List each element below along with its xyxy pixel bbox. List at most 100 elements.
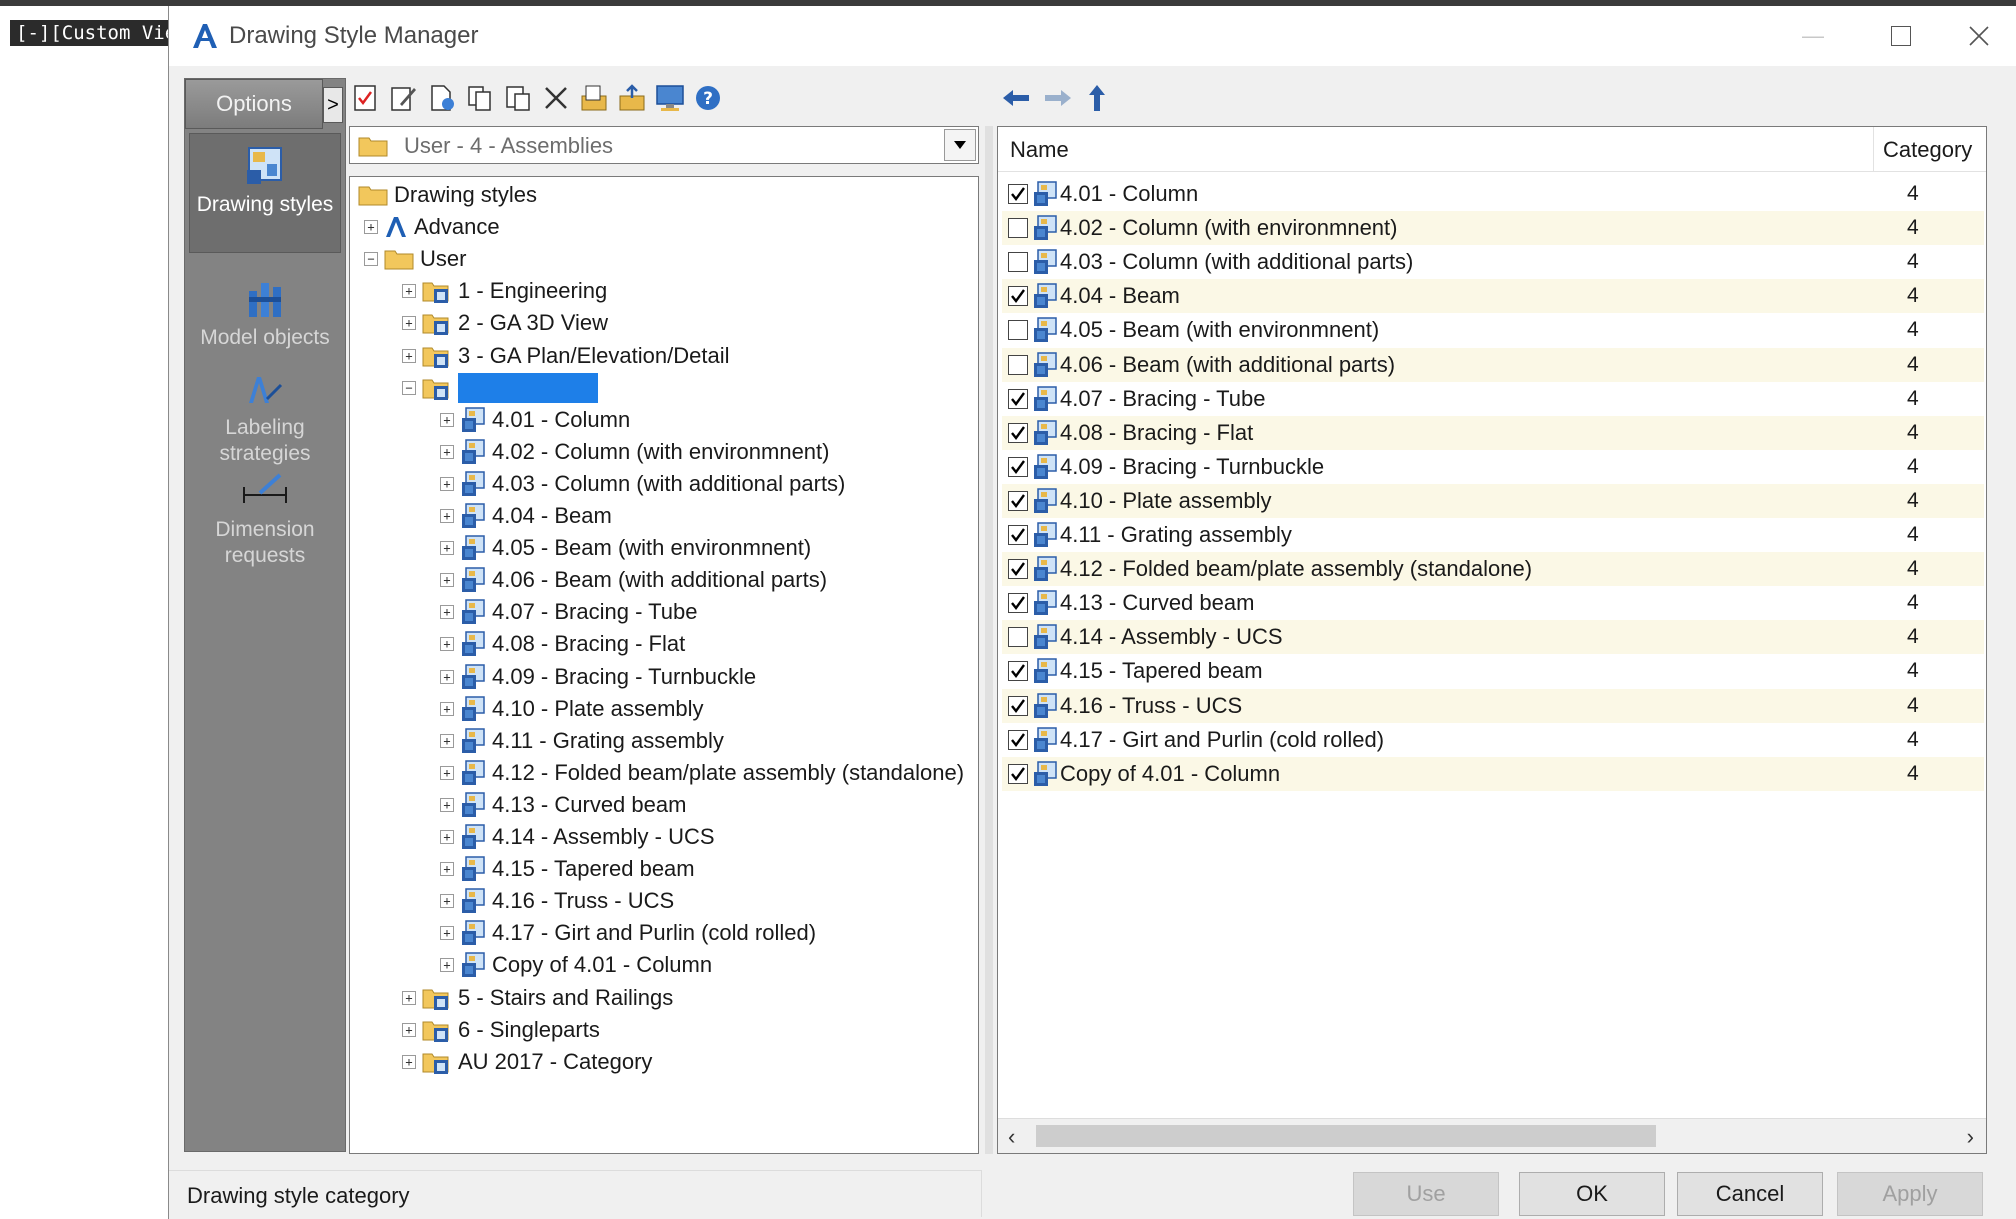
expander-icon[interactable]: +	[402, 1022, 416, 1037]
expander-icon[interactable]: +	[402, 348, 416, 363]
row-checkbox[interactable]	[1008, 422, 1028, 443]
sidebar-item-dimension-requests[interactable]: Dimension requests	[189, 469, 341, 569]
row-checkbox[interactable]	[1008, 354, 1028, 375]
tree-node-style[interactable]: +4.09 - Bracing - Turnbuckle	[440, 661, 756, 693]
table-row[interactable]: 4.07 - Bracing - Tube 4	[1002, 382, 1984, 416]
checklist-button[interactable]	[349, 81, 383, 115]
tree-node-category-selected[interactable]: −	[402, 372, 598, 404]
expander-icon[interactable]: +	[440, 958, 454, 973]
expander-icon[interactable]: +	[440, 894, 454, 909]
expander-icon[interactable]: +	[440, 476, 454, 491]
expander-icon[interactable]: +	[440, 797, 454, 812]
back-arrow-icon[interactable]	[1001, 86, 1031, 110]
copy-button[interactable]	[463, 81, 497, 115]
column-divider[interactable]	[1873, 127, 1874, 171]
up-arrow-icon[interactable]	[1085, 83, 1109, 113]
tree-node-user[interactable]: − User	[364, 243, 466, 275]
row-checkbox[interactable]	[1008, 320, 1028, 341]
row-checkbox[interactable]	[1008, 252, 1028, 273]
expander-icon[interactable]: +	[440, 862, 454, 877]
edit-button[interactable]	[387, 81, 421, 115]
cancel-button[interactable]: Cancel	[1677, 1172, 1823, 1216]
expander-icon[interactable]: +	[402, 284, 416, 299]
style-list[interactable]: Name Category 4.01 - Column 4 4.02 - Colum…	[997, 126, 1987, 1154]
tree-node-style[interactable]: +4.13 - Curved beam	[440, 789, 686, 821]
expander-icon[interactable]: +	[440, 605, 454, 620]
scroll-left-icon[interactable]: ‹	[1008, 1124, 1015, 1150]
table-row[interactable]: Copy of 4.01 - Column 4	[1002, 756, 1984, 791]
table-row[interactable]: 4.09 - Bracing - Turnbuckle 4	[1002, 450, 1984, 484]
table-row[interactable]: 4.04 - Beam 4	[1002, 279, 1984, 314]
row-checkbox[interactable]	[1008, 627, 1028, 648]
apply-button[interactable]: Apply	[1837, 1172, 1983, 1216]
expander-icon[interactable]: +	[402, 1054, 416, 1069]
row-checkbox[interactable]	[1008, 593, 1028, 614]
sidebar-item-drawing-styles[interactable]: Drawing styles	[189, 133, 341, 253]
horizontal-scrollbar[interactable]: ‹ ›	[998, 1118, 1986, 1153]
import-button[interactable]	[577, 81, 611, 115]
row-checkbox[interactable]	[1008, 456, 1028, 477]
scroll-right-icon[interactable]: ›	[1967, 1124, 1974, 1150]
table-row[interactable]: 4.11 - Grating assembly 4	[1002, 518, 1984, 552]
expander-icon[interactable]: +	[440, 509, 454, 523]
expander-icon[interactable]: +	[440, 637, 454, 652]
use-button[interactable]: Use	[1353, 1172, 1499, 1216]
expander-icon[interactable]: +	[440, 733, 454, 748]
row-checkbox[interactable]	[1008, 490, 1028, 511]
tree-node-style[interactable]: + Copy of 4.01 - Column	[440, 949, 712, 981]
tree-node-style[interactable]: +4.10 - Plate assembly	[440, 693, 704, 725]
table-row[interactable]: 4.15 - Tapered beam 4	[1002, 654, 1984, 688]
tree-node-advance[interactable]: + Advance	[364, 211, 500, 243]
row-checkbox[interactable]	[1008, 763, 1028, 784]
combobox-dropdown-button[interactable]	[944, 129, 976, 161]
row-checkbox[interactable]	[1008, 525, 1028, 545]
table-row[interactable]: 4.10 - Plate assembly 4	[1002, 483, 1984, 518]
expander-icon[interactable]: +	[440, 926, 454, 941]
expander-icon[interactable]: +	[440, 541, 454, 556]
expander-icon[interactable]: +	[440, 669, 454, 684]
expander-icon[interactable]: +	[364, 220, 378, 235]
style-tree[interactable]: Drawing styles + Advance − User +1 - Engineer…	[349, 176, 979, 1154]
expander-icon[interactable]: +	[440, 765, 454, 780]
expander-icon[interactable]: −	[402, 380, 416, 395]
options-expand-button[interactable]: >	[323, 87, 343, 123]
row-checkbox[interactable]	[1008, 286, 1028, 307]
table-row[interactable]: 4.14 - Assembly - UCS 4	[1002, 620, 1984, 655]
row-checkbox[interactable]	[1008, 388, 1028, 409]
ok-button[interactable]: OK	[1519, 1172, 1665, 1216]
expander-icon[interactable]: −	[364, 252, 378, 267]
tree-node-category[interactable]: +6 - Singleparts	[402, 1014, 600, 1046]
export-button[interactable]	[615, 81, 649, 115]
expander-icon[interactable]: +	[440, 412, 454, 427]
tree-node-style[interactable]: +4.02 - Column (with environmnent)	[440, 436, 829, 468]
row-checkbox[interactable]	[1008, 184, 1028, 204]
tree-node-style[interactable]: +4.01 - Column	[440, 404, 630, 436]
help-button[interactable]: ?	[691, 81, 725, 115]
maximize-button[interactable]	[1877, 16, 1925, 56]
table-row[interactable]: 4.13 - Curved beam 4	[1002, 586, 1984, 620]
tree-node-style[interactable]: +4.07 - Bracing - Tube	[440, 596, 697, 628]
table-row[interactable]: 4.12 - Folded beam/plate assembly (stand…	[1002, 552, 1984, 587]
expander-icon[interactable]: +	[440, 701, 454, 716]
scrollbar-thumb[interactable]	[1036, 1125, 1656, 1147]
tree-node-style[interactable]: +4.05 - Beam (with environmnent)	[440, 532, 811, 564]
tree-node-style[interactable]: +4.14 - Assembly - UCS	[440, 821, 715, 853]
column-header-name[interactable]: Name	[1010, 137, 1069, 163]
tree-node-style[interactable]: +4.11 - Grating assembly	[440, 725, 724, 757]
expander-icon[interactable]: +	[440, 573, 454, 588]
tree-node-style[interactable]: +4.17 - Girt and Purlin (cold rolled)	[440, 917, 816, 949]
tree-node-style[interactable]: +4.08 - Bracing - Flat	[440, 628, 685, 660]
table-row[interactable]: 4.16 - Truss - UCS 4	[1002, 688, 1984, 723]
row-checkbox[interactable]	[1008, 661, 1028, 682]
expander-icon[interactable]: +	[402, 990, 416, 1005]
column-header-category[interactable]: Category	[1883, 137, 1972, 163]
table-row[interactable]: 4.03 - Column (with additional parts) 4	[1002, 245, 1984, 279]
table-row[interactable]: 4.02 - Column (with environmnent) 4	[1002, 211, 1984, 246]
tree-node-style[interactable]: +4.12 - Folded beam/plate assembly (stan…	[440, 757, 964, 789]
expander-icon[interactable]: +	[402, 316, 416, 331]
preview-button[interactable]	[653, 81, 687, 115]
tree-node-category[interactable]: +1 - Engineering	[402, 275, 607, 307]
forward-arrow-icon[interactable]	[1043, 86, 1073, 110]
options-button[interactable]: Options	[185, 79, 323, 129]
tree-node-category[interactable]: +2 - GA 3D View	[402, 307, 608, 339]
